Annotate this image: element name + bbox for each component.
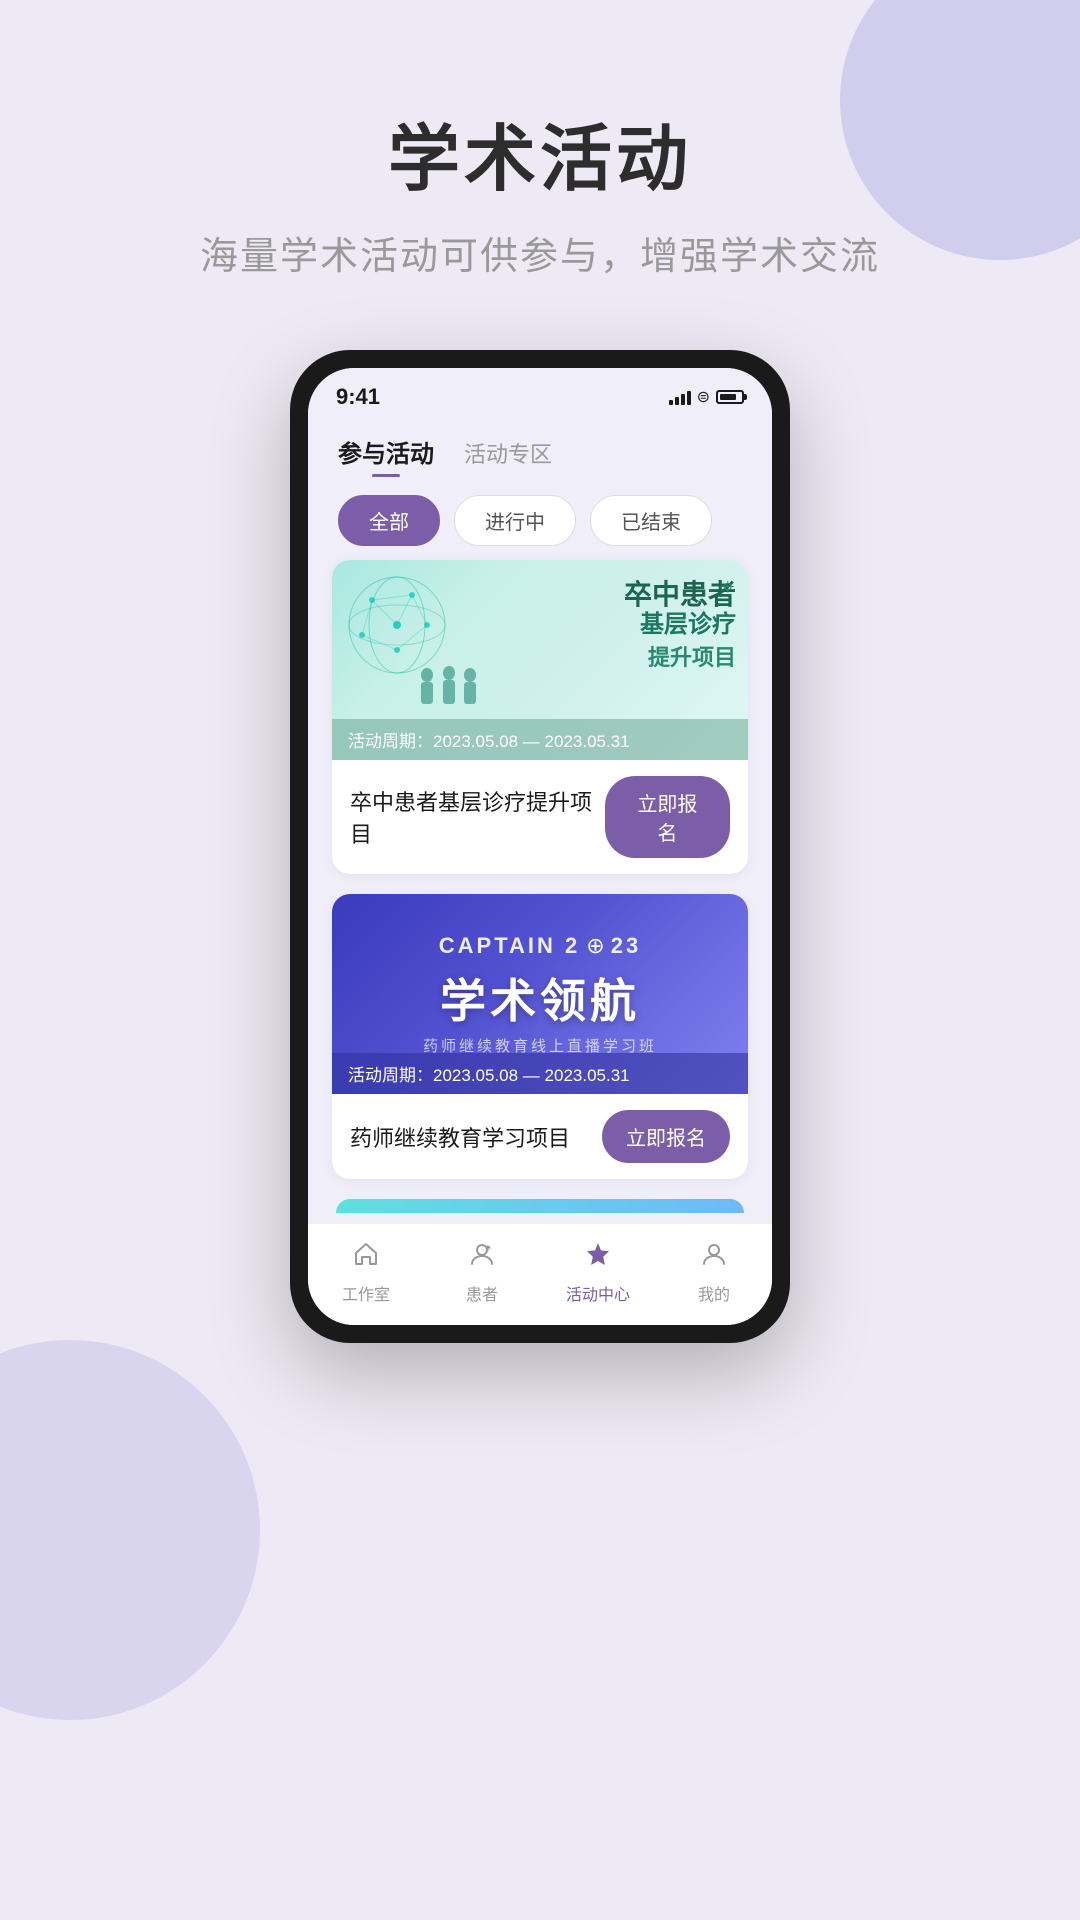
nav-item-activity[interactable]: 活动中心: [540, 1240, 656, 1305]
bg-decoration-circle-bottom: [0, 1340, 260, 1720]
card2-register-btn[interactable]: 立即报名: [602, 1110, 730, 1163]
card-1-image: 卒中患者 基层诊疗 提升项目 ⌖ 活动周期：2023.05.08 — 2023.…: [332, 560, 748, 760]
phone-screen: 9:41 ⊜: [308, 368, 772, 1325]
bottom-nav: 工作室 患者: [308, 1223, 772, 1325]
signal-icon: [669, 389, 691, 405]
phone-mockup: 9:41 ⊜: [0, 350, 1080, 1343]
nav-label-activity: 活动中心: [566, 1281, 630, 1305]
card2-footer: 药师继续教育学习项目 立即报名: [332, 1094, 748, 1179]
globe-decoration: [342, 570, 452, 680]
card2-main-title: 学术领航: [440, 965, 640, 1031]
card-2-image: CAPTAIN 2 ⊕ 23 学术领航 药师继续教育线上直播学习班 活动周期：2…: [332, 894, 748, 1094]
cards-container: 卒中患者 基层诊疗 提升项目 ⌖ 活动周期：2023.05.08 — 2023.…: [328, 560, 752, 1223]
nav-label-patient: 患者: [466, 1281, 498, 1305]
status-time: 9:41: [336, 384, 380, 410]
status-bar: 9:41 ⊜: [308, 368, 772, 418]
nav-item-mine[interactable]: 我的: [656, 1240, 772, 1305]
captain-suffix: 23: [611, 933, 641, 959]
star-icon: [584, 1240, 612, 1275]
captain-top: CAPTAIN 2 ⊕ 23: [439, 933, 641, 959]
card1-register-btn[interactable]: 立即报名: [605, 776, 730, 858]
page-subtitle: 海量学术活动可供参与，增强学术交流: [0, 225, 1080, 280]
partial-card-strip: [336, 1199, 744, 1213]
filter-ongoing[interactable]: 进行中: [454, 495, 576, 546]
card1-title: 卒中患者 基层诊疗 提升项目: [624, 580, 736, 672]
battery-icon: [716, 390, 744, 404]
tab-participate[interactable]: 参与活动: [338, 434, 434, 477]
card2-date-bar: 活动周期：2023.05.08 — 2023.05.31: [332, 1053, 748, 1094]
captain-prefix: CAPTAIN 2: [439, 933, 581, 959]
patient-icon: [468, 1240, 496, 1275]
home-icon: [352, 1240, 380, 1275]
card2-name: 药师继续教育学习项目: [350, 1121, 570, 1153]
activity-card-1[interactable]: 卒中患者 基层诊疗 提升项目 ⌖ 活动周期：2023.05.08 — 2023.…: [332, 560, 748, 874]
app-content: 参与活动 活动专区 全部 进行中 已结束: [308, 418, 772, 1223]
nav-label-mine: 我的: [698, 1281, 730, 1305]
tab-navigation: 参与活动 活动专区: [328, 418, 752, 477]
page-header: 学术活动 海量学术活动可供参与，增强学术交流: [0, 0, 1080, 310]
card1-icon: ⌖: [722, 574, 734, 600]
nav-item-workroom[interactable]: 工作室: [308, 1240, 424, 1305]
card1-name: 卒中患者基层诊疗提升项目: [350, 785, 605, 849]
nav-label-workroom: 工作室: [342, 1281, 390, 1305]
nav-item-patient[interactable]: 患者: [424, 1240, 540, 1305]
page-title: 学术活动: [0, 100, 1080, 205]
card1-footer: 卒中患者基层诊疗提升项目 立即报名: [332, 760, 748, 874]
wifi-icon: ⊜: [697, 387, 710, 407]
phone-frame: 9:41 ⊜: [290, 350, 790, 1343]
compass-icon: ⊕: [586, 933, 604, 959]
activity-card-2[interactable]: CAPTAIN 2 ⊕ 23 学术领航 药师继续教育线上直播学习班 活动周期：2…: [332, 894, 748, 1179]
filter-bar: 全部 进行中 已结束: [328, 477, 752, 560]
card1-date-bar: 活动周期：2023.05.08 — 2023.05.31: [332, 719, 748, 760]
filter-ended[interactable]: 已结束: [590, 495, 712, 546]
mine-icon: [700, 1240, 728, 1275]
tab-special-zone[interactable]: 活动专区: [464, 437, 552, 477]
filter-all[interactable]: 全部: [338, 495, 440, 546]
status-icons: ⊜: [669, 387, 744, 407]
